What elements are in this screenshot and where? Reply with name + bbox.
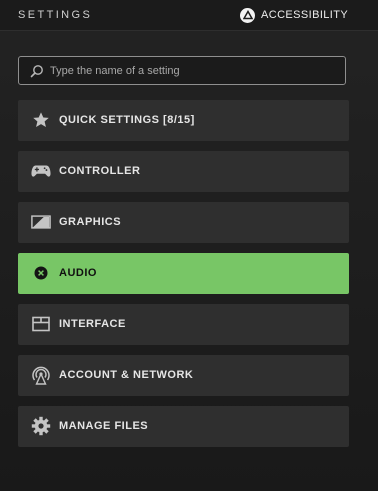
settings-page: SETTINGS ACCESSIBILITY QUICK SETTINGS [8	[0, 0, 378, 491]
menu-item-quick-settings[interactable]: QUICK SETTINGS [8/15]	[18, 100, 349, 141]
star-icon	[31, 110, 51, 130]
menu-item-interface[interactable]: INTERFACE	[18, 304, 349, 345]
menu-item-label: QUICK SETTINGS [8/15]	[59, 114, 195, 126]
menu-item-controller[interactable]: CONTROLLER	[18, 151, 349, 192]
accessibility-label: ACCESSIBILITY	[261, 9, 349, 21]
search-icon	[30, 64, 44, 78]
menu-item-label: MANAGE FILES	[59, 420, 149, 432]
menu-item-label: ACCOUNT & NETWORK	[59, 369, 194, 381]
menu-item-account-network[interactable]: ACCOUNT & NETWORK	[18, 355, 349, 396]
triangle-button-icon	[240, 7, 255, 23]
page-title: SETTINGS	[18, 9, 93, 21]
menu-item-graphics[interactable]: GRAPHICS	[18, 202, 349, 243]
menu-item-label: AUDIO	[59, 267, 97, 279]
menu-item-manage-files[interactable]: MANAGE FILES	[18, 406, 349, 447]
close-circle-icon	[31, 263, 51, 283]
header-bar: SETTINGS ACCESSIBILITY	[0, 0, 378, 31]
monitor-icon	[31, 212, 51, 232]
interface-icon	[31, 314, 51, 334]
menu-item-audio[interactable]: AUDIO	[18, 253, 349, 294]
accessibility-button[interactable]: ACCESSIBILITY	[240, 6, 348, 24]
search-input[interactable]	[50, 57, 340, 84]
search-box[interactable]	[18, 56, 346, 85]
menu-item-label: CONTROLLER	[59, 165, 141, 177]
menu-item-label: GRAPHICS	[59, 216, 122, 228]
gamepad-icon	[31, 161, 51, 181]
menu-item-label: INTERFACE	[59, 318, 126, 330]
gear-icon	[31, 416, 51, 436]
network-antenna-icon	[31, 365, 51, 385]
